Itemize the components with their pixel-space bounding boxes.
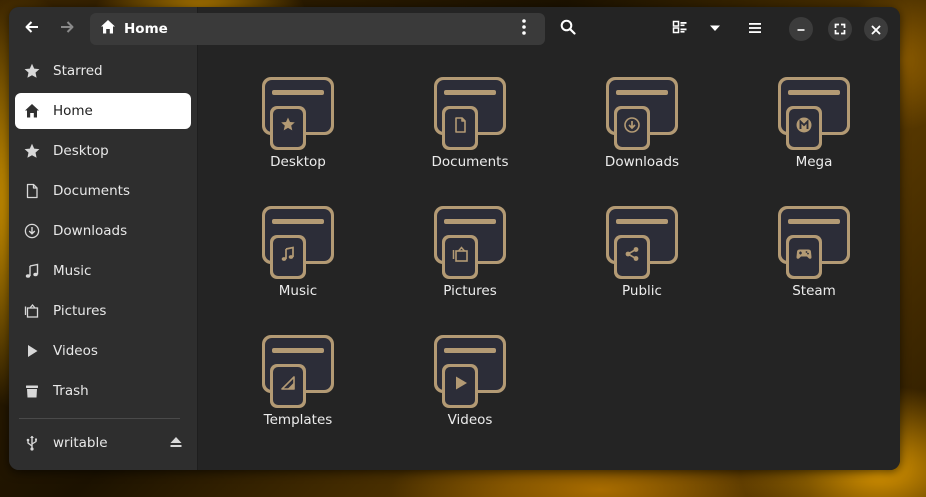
maximize-icon	[834, 20, 846, 39]
folder-item[interactable]: Steam	[734, 203, 894, 313]
pictures-icon	[24, 303, 40, 319]
view-options-button[interactable]	[700, 14, 730, 44]
folder-name: Templates	[263, 412, 333, 428]
folder-icon	[434, 77, 506, 150]
sidebar-item-label: Music	[53, 263, 92, 279]
view-toggle-button[interactable]	[665, 14, 695, 44]
sidebar-item-home[interactable]: Home	[15, 93, 191, 129]
usb-icon	[24, 435, 40, 451]
folder-name: Documents	[431, 154, 509, 170]
folder-item[interactable]: Public	[562, 203, 722, 313]
hamburger-icon	[748, 20, 762, 39]
minimize-button[interactable]	[789, 17, 813, 41]
home-icon	[100, 19, 116, 39]
folder-name: Mega	[795, 154, 833, 170]
sidebar-item-music[interactable]: Music	[15, 253, 191, 289]
sidebar-item-label: Documents	[53, 183, 130, 199]
sidebar-item-pictures[interactable]: Pictures	[15, 293, 191, 329]
sidebar-item-videos[interactable]: Videos	[15, 333, 191, 369]
sidebar-item-drive[interactable]: writable	[15, 425, 191, 461]
sidebar-item-label: Trash	[53, 383, 89, 399]
path-bar[interactable]: Home	[90, 13, 545, 45]
sidebar-item-label: Desktop	[53, 143, 109, 159]
folder-name: Music	[278, 283, 318, 299]
maximize-button[interactable]	[828, 17, 852, 41]
music-icon	[24, 263, 40, 279]
folder-name: Desktop	[270, 154, 326, 170]
file-view: Desktop Documents Downloads Mega Music Pictur…	[198, 7, 900, 470]
folder-item[interactable]: Music	[218, 203, 378, 313]
folder-item[interactable]: Videos	[390, 332, 550, 442]
vertical-dots-icon	[521, 18, 527, 40]
header-bar: Home	[9, 7, 900, 51]
close-icon	[871, 20, 881, 39]
sidebar-item-downloads[interactable]: Downloads	[15, 213, 191, 249]
path-label: Home	[124, 21, 168, 37]
folder-name: Videos	[447, 412, 493, 428]
folder-icon	[606, 206, 678, 279]
folder-name: Pictures	[443, 283, 497, 299]
star-icon	[24, 63, 40, 79]
sidebar-item-starred[interactable]: Starred	[15, 53, 191, 89]
folder-item[interactable]: Documents	[390, 74, 550, 184]
search-icon	[560, 19, 576, 39]
close-button[interactable]	[864, 17, 888, 41]
sidebar-item-trash[interactable]: Trash	[15, 373, 191, 409]
folder-item[interactable]: Templates	[218, 332, 378, 442]
folder-item[interactable]: Downloads	[562, 74, 722, 184]
forward-arrow-icon	[59, 19, 75, 39]
minimize-icon	[796, 20, 806, 39]
play-icon	[24, 343, 40, 359]
forward-button[interactable]	[52, 14, 82, 44]
eject-icon[interactable]	[169, 435, 183, 453]
list-view-icon	[672, 19, 688, 39]
folder-icon	[778, 77, 850, 150]
folder-name: Downloads	[604, 154, 680, 170]
chevron-down-icon	[708, 20, 722, 39]
folder-item[interactable]: Mega	[734, 74, 894, 184]
folder-name: Public	[622, 283, 662, 299]
folder-icon	[262, 206, 334, 279]
path-menu-button[interactable]	[509, 14, 539, 44]
sidebar-item-label: Home	[53, 103, 93, 119]
folder-name: Steam	[792, 283, 836, 299]
folder-item[interactable]: Pictures	[390, 203, 550, 313]
folder-icon	[434, 335, 506, 408]
home-icon	[24, 103, 40, 119]
download-icon	[24, 223, 40, 239]
folder-icon	[434, 206, 506, 279]
back-arrow-icon	[24, 19, 40, 39]
sidebar-item-desktop[interactable]: Desktop	[15, 133, 191, 169]
sidebar-item-label: Downloads	[53, 223, 128, 239]
folder-icon	[262, 77, 334, 150]
sidebar-drive-label: writable	[53, 435, 108, 451]
folder-item[interactable]: Desktop	[218, 74, 378, 184]
folder-icon	[606, 77, 678, 150]
folder-icon	[778, 206, 850, 279]
file-manager-window: Starred Home Desktop Documents Downloads…	[9, 7, 900, 470]
sidebar-divider	[19, 418, 180, 419]
search-button[interactable]	[553, 14, 583, 44]
sidebar: Starred Home Desktop Documents Downloads…	[9, 7, 198, 470]
back-button[interactable]	[17, 14, 47, 44]
trash-icon	[24, 383, 40, 399]
sidebar-item-label: Videos	[53, 343, 98, 359]
sidebar-item-label: Pictures	[53, 303, 107, 319]
main-menu-button[interactable]	[740, 14, 770, 44]
sidebar-places: Starred Home Desktop Documents Downloads…	[9, 53, 198, 413]
mega-icon	[796, 117, 812, 133]
sidebar-item-documents[interactable]: Documents	[15, 173, 191, 209]
document-icon	[24, 183, 40, 199]
folder-icon	[262, 335, 334, 408]
star-icon	[24, 143, 40, 159]
sidebar-item-label: Starred	[53, 63, 103, 79]
